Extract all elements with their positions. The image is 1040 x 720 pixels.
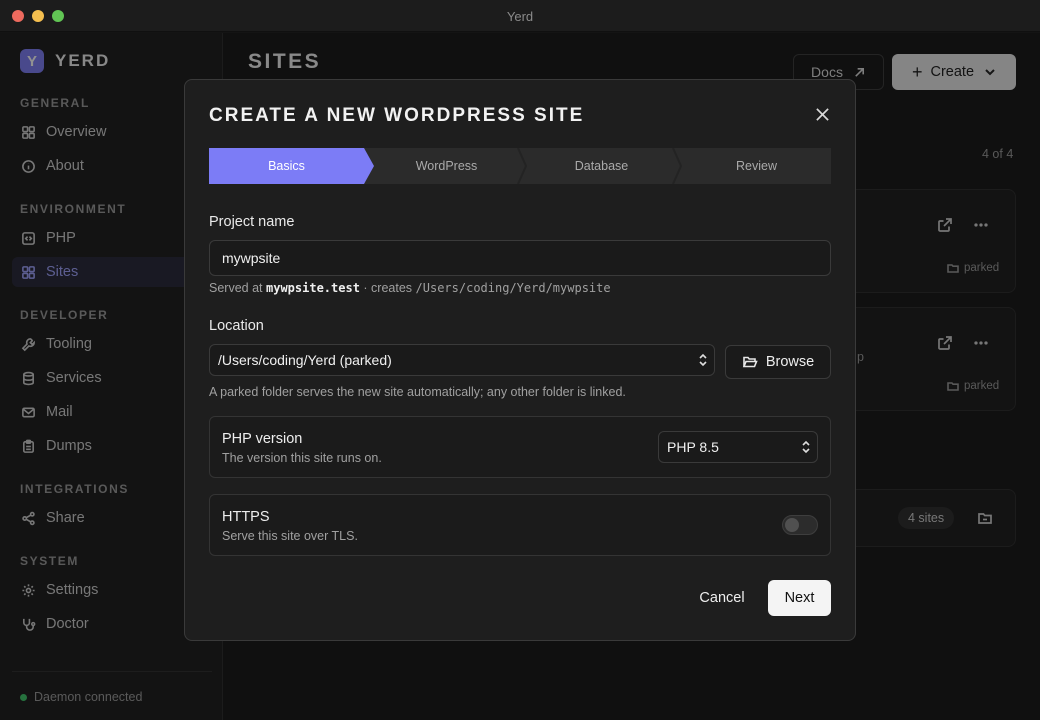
step-basics[interactable]: Basics [209,148,374,184]
window-titlebar: Yerd [0,0,1040,32]
project-name-label: Project name [209,214,295,230]
php-version-value: PHP 8.5 [667,439,719,455]
close-icon [815,107,829,121]
next-button[interactable]: Next [768,580,831,616]
browse-button-label: Browse [765,354,815,370]
php-version-title: PHP version [222,431,303,447]
cancel-button[interactable]: Cancel [691,580,753,616]
dialog-title: CREATE A NEW WORDPRESS SITE [209,105,585,126]
window-title: Yerd [506,9,534,24]
wizard-stepper: Basics WordPress Database Review [209,147,834,185]
select-arrows-icon [801,440,811,454]
project-name-hint: Served at mywpsite.test · creates /Users… [209,281,611,295]
step-review[interactable]: Review [679,148,834,184]
create-site-dialog: CREATE A NEW WORDPRESS SITE Basics WordP… [184,79,856,641]
step-wordpress[interactable]: WordPress [369,148,524,184]
php-version-card: PHP version The version this site runs o… [209,416,831,478]
toggle-knob [785,518,799,532]
hint-domain: mywpsite.test [266,281,360,295]
hint-prefix: Served at [209,281,263,295]
location-label: Location [209,318,264,334]
project-name-input[interactable]: mywpsite [209,240,831,276]
php-version-desc: The version this site runs on. [222,451,382,465]
location-hint: A parked folder serves the new site auto… [209,385,626,399]
https-title: HTTPS [222,509,270,525]
https-card: HTTPS Serve this site over TLS. [209,494,831,556]
step-database[interactable]: Database [524,148,679,184]
select-arrows-icon [698,353,708,367]
browse-button[interactable]: Browse [725,345,831,379]
php-version-select[interactable]: PHP 8.5 [658,431,818,463]
location-select[interactable]: /Users/coding/Yerd (parked) [209,344,715,376]
hint-path: /Users/coding/Yerd/mywpsite [415,281,611,295]
folder-open-icon [742,356,758,368]
https-toggle[interactable] [782,515,818,535]
close-dialog-button[interactable] [813,105,831,123]
https-desc: Serve this site over TLS. [222,529,358,543]
location-select-value: /Users/coding/Yerd (parked) [218,352,392,368]
hint-middle: · creates [363,281,413,295]
